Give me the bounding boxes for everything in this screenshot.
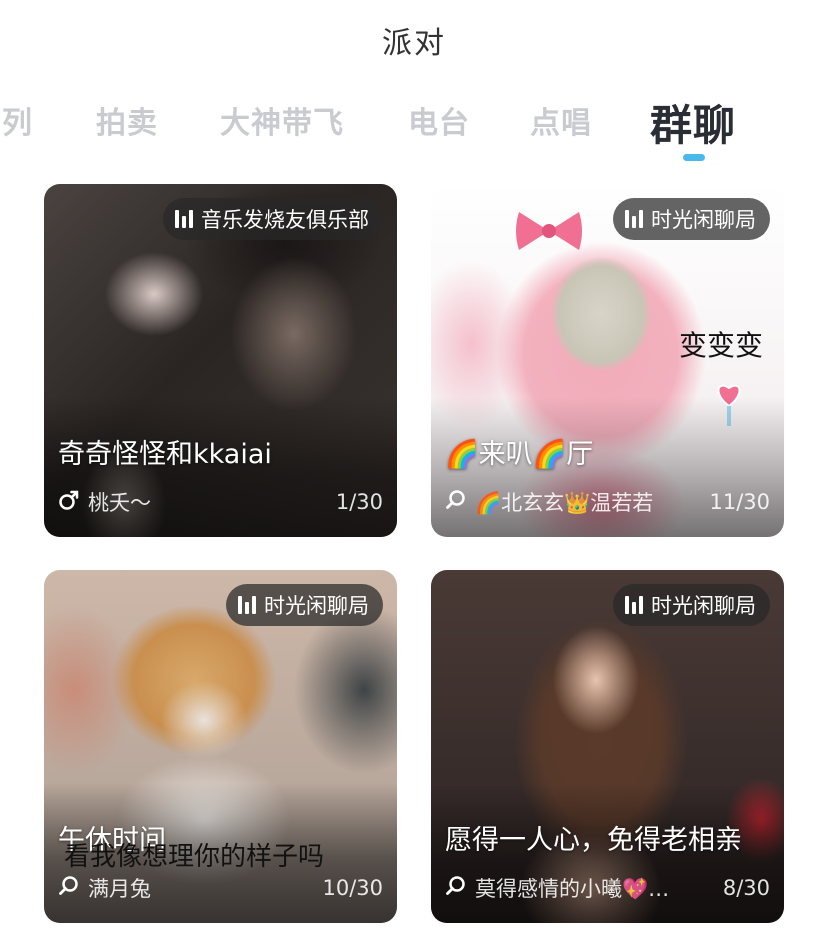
host-name: 满月兔	[88, 877, 151, 901]
bow-icon	[516, 212, 582, 250]
room-name: 愿得一人心，免得老相亲	[445, 825, 742, 856]
host-name: 🌈北玄玄👑温若若	[475, 491, 654, 515]
room-card[interactable]: 时光闲聊局 愿得一人心，免得老相亲 莫得感情的小曦💖… 8/30	[431, 570, 784, 923]
tab-carry[interactable]: 大神带飞	[220, 98, 344, 142]
room-meta: 桃夭～ 1/30	[58, 487, 383, 517]
room-category-tag: 音乐发烧友俱乐部	[163, 198, 383, 240]
sound-bars-icon	[625, 596, 643, 614]
room-host: 莫得感情的小曦💖…	[445, 873, 723, 903]
room-host: 🌈北玄玄👑温若若	[445, 487, 709, 517]
sticker-caption: 变变变	[679, 329, 764, 362]
tab-song-request[interactable]: 点唱	[530, 98, 592, 142]
search-icon	[445, 875, 467, 902]
member-count: 10/30	[322, 876, 383, 900]
member-count: 8/30	[722, 876, 770, 900]
room-category-label: 时光闲聊局	[264, 594, 369, 618]
tab-group-chat[interactable]: 群聊	[650, 92, 736, 153]
room-category-tag: 时光闲聊局	[613, 584, 770, 626]
room-name: 奇奇怪怪和kkaiai	[58, 439, 272, 470]
room-meta: 满月兔 10/30	[58, 873, 383, 903]
tab-partial[interactable]: 列	[2, 98, 33, 142]
room-category-label: 时光闲聊局	[651, 208, 756, 232]
room-card[interactable]: 时光闲聊局 午休时间 看我像想理你的样子吗 满月兔 10/30	[44, 570, 397, 923]
room-meta: 莫得感情的小曦💖… 8/30	[445, 873, 770, 903]
room-card[interactable]: 变变变 时光闲聊局 🌈来叭🌈厅 🌈北玄玄👑温若若 11/30	[431, 184, 784, 537]
room-name: 🌈来叭🌈厅	[445, 439, 594, 470]
sticker-caption: 看我像想理你的样子吗	[64, 842, 325, 872]
tab-radio[interactable]: 电台	[408, 98, 470, 142]
active-tab-indicator	[683, 154, 705, 161]
host-name: 莫得感情的小曦💖…	[475, 877, 670, 901]
room-host: 满月兔	[58, 873, 322, 903]
room-meta: 🌈北玄玄👑温若若 11/30	[445, 487, 770, 517]
male-icon	[58, 489, 80, 516]
search-icon	[58, 875, 80, 902]
tab-auction[interactable]: 拍卖	[96, 98, 158, 142]
room-host: 桃夭～	[58, 487, 336, 517]
room-category-label: 音乐发烧友俱乐部	[201, 208, 369, 232]
page-title: 派对	[382, 26, 446, 61]
member-count: 1/30	[335, 490, 383, 514]
room-category-label: 时光闲聊局	[651, 594, 756, 618]
sound-bars-icon	[625, 210, 643, 228]
sound-bars-icon	[238, 596, 256, 614]
category-tabs: 列 拍卖 大神带飞 电台 点唱 群聊	[0, 98, 828, 168]
party-page: 派对 列 拍卖 大神带飞 电台 点唱 群聊 音乐发烧友俱乐部 奇奇怪怪和kkai…	[0, 0, 828, 937]
room-category-tag: 时光闲聊局	[613, 198, 770, 240]
search-icon	[445, 489, 467, 516]
room-card[interactable]: 音乐发烧友俱乐部 奇奇怪怪和kkaiai 桃夭～ 1/30	[44, 184, 397, 537]
room-category-tag: 时光闲聊局	[226, 584, 383, 626]
host-name: 桃夭～	[88, 491, 151, 515]
sound-bars-icon	[175, 210, 193, 228]
member-count: 11/30	[709, 490, 770, 514]
